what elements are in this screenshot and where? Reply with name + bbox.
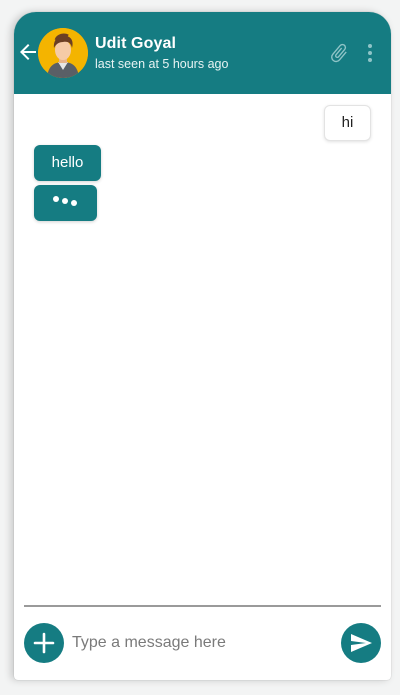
attach-button[interactable] xyxy=(328,42,350,64)
send-icon xyxy=(351,634,372,652)
back-button[interactable] xyxy=(16,40,40,64)
typing-indicator xyxy=(34,185,97,221)
back-arrow-icon xyxy=(20,44,36,60)
message-input[interactable] xyxy=(72,627,334,659)
more-options-button[interactable] xyxy=(364,43,376,63)
plus-icon xyxy=(33,632,55,654)
chat-window: Udit Goyal last seen at 5 hours ago hi h… xyxy=(14,12,391,680)
typing-dots-icon xyxy=(53,196,77,206)
outgoing-message: hi xyxy=(324,105,371,141)
add-attachment-button[interactable] xyxy=(24,623,64,663)
incoming-message: hello xyxy=(34,145,101,181)
chat-header: Udit Goyal last seen at 5 hours ago xyxy=(14,12,391,94)
contact-name: Udit Goyal xyxy=(95,35,177,52)
send-button[interactable] xyxy=(341,623,381,663)
avatar[interactable] xyxy=(38,28,88,78)
paperclip-icon xyxy=(331,43,347,63)
more-vert-icon xyxy=(368,44,372,62)
last-seen-status: last seen at 5 hours ago xyxy=(95,57,229,71)
composer-divider xyxy=(24,605,381,607)
